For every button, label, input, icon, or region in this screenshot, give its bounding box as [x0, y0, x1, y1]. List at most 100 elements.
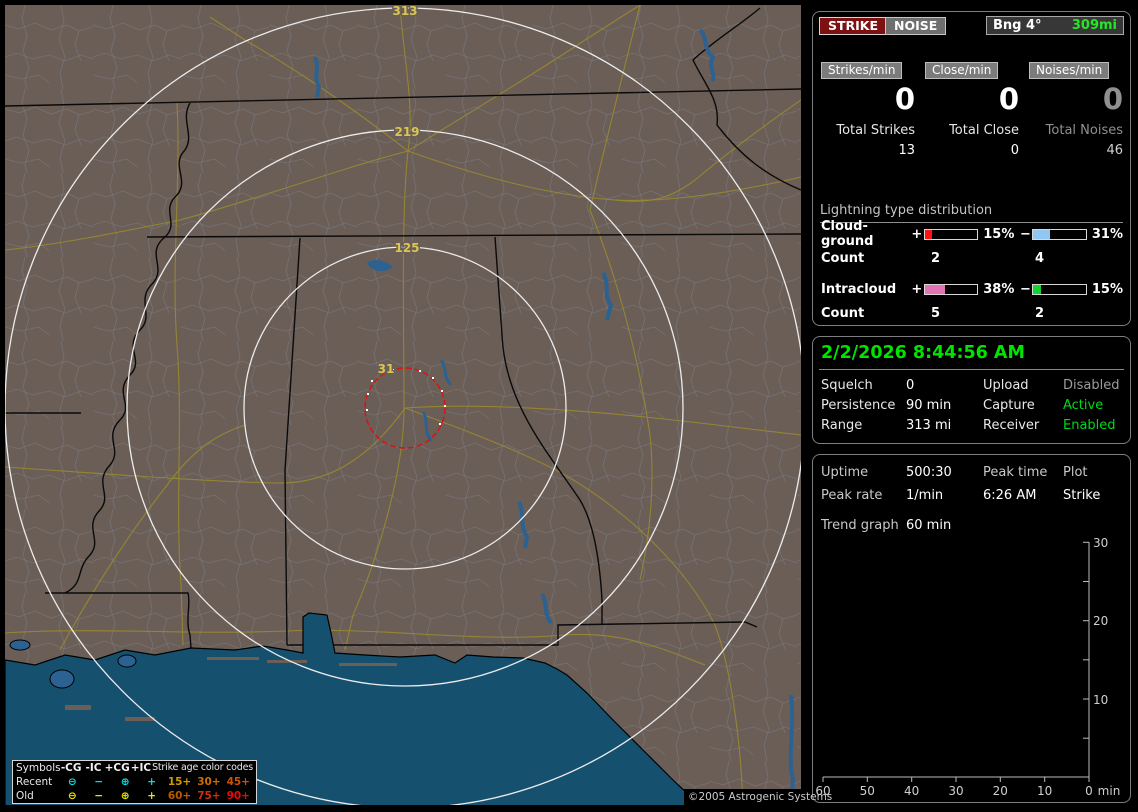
count-label: Count: [821, 251, 865, 266]
legend-header-row: Symbols -CG -IC +CG +IC Strike age color…: [16, 761, 253, 775]
trend-x-unit: min: [1098, 784, 1121, 798]
settings-row-1: Squelch 0 Upload Disabled: [821, 378, 1126, 393]
trend-y-ticks: 30 20 10: [1093, 536, 1108, 707]
legend-age-header: Strike age color codes: [152, 762, 253, 773]
cg-count-row: Count 2 4: [821, 251, 1123, 266]
cg-negative-bar: [1032, 228, 1087, 240]
age-60: 60+: [167, 790, 192, 802]
legend-old-row: Old ⊖ − ⊕ + 60+ 75+ 90+: [16, 789, 253, 803]
capture-status: Active: [1063, 398, 1104, 413]
noise-toggle-button[interactable]: NOISE: [885, 17, 947, 35]
svg-text:10: 10: [1093, 693, 1108, 707]
cloud-ground-row: Cloud-ground + 15% − 31%: [821, 219, 1123, 249]
old-pos-cg-icon: ⊕: [120, 790, 130, 802]
old-neg-ic-icon: −: [94, 790, 104, 802]
upload-label: Upload: [983, 378, 1029, 393]
legend-symbols-header: Symbols: [16, 762, 61, 774]
receiver-label: Receiver: [983, 418, 1040, 433]
legend-col-neg-ic: -IC: [85, 762, 102, 774]
divider: [819, 369, 1124, 370]
legend-recent-row: Recent ⊖ − ⊕ + 15+ 30+ 45+: [16, 775, 253, 789]
range-value: 313 mi: [906, 418, 952, 433]
upload-status: Disabled: [1063, 378, 1120, 393]
svg-text:10: 10: [1037, 784, 1052, 798]
squelch-value: 0: [906, 378, 915, 393]
strikes-column: Strikes/min 0 Total Strikes 13: [821, 62, 915, 158]
svg-text:20: 20: [993, 784, 1008, 798]
rate-counters: Strikes/min 0 Total Strikes 13 Close/min…: [821, 62, 1123, 158]
age-75: 75+: [197, 790, 221, 802]
age-45: 45+: [226, 776, 250, 788]
ic-positive-pct: 38%: [983, 281, 1015, 297]
settings-row-2: Persistence 90 min Capture Active: [821, 398, 1126, 413]
total-close-value: 0: [1010, 143, 1019, 158]
noises-per-min-label[interactable]: Noises/min: [1029, 62, 1110, 79]
close-per-min-label[interactable]: Close/min: [925, 62, 999, 79]
plus-sign: +: [911, 281, 923, 297]
legend-col-pos-ic: +IC: [130, 762, 152, 774]
cg-positive-bar: [923, 228, 979, 240]
range-value: 309mi: [1071, 18, 1117, 33]
receiver-status: Enabled: [1063, 418, 1116, 433]
legend-recent-label: Recent: [16, 776, 53, 788]
map-symbol-legend: Symbols -CG -IC +CG +IC Strike age color…: [12, 760, 257, 804]
noises-column: Noises/min 0 Total Noises 46: [1029, 62, 1123, 158]
count-label: Count: [821, 306, 865, 321]
settings-row-3: Range 313 mi Receiver Enabled: [821, 418, 1126, 433]
close-per-min-value: 0: [998, 82, 1019, 116]
persistence-value: 90 min: [906, 398, 952, 413]
svg-text:30: 30: [948, 784, 963, 798]
intracloud-label: Intracloud: [821, 281, 897, 297]
legend-col-neg-cg: -CG: [60, 762, 82, 774]
strikes-per-min-value: 0: [894, 82, 915, 116]
noises-per-min-value: 0: [1102, 82, 1123, 116]
bearing-range-display: Bng 4° 309mi: [986, 16, 1124, 35]
strikes-per-min-label[interactable]: Strikes/min: [821, 62, 903, 79]
cg-positive-count: 2: [931, 251, 941, 266]
age-30: 30+: [197, 776, 221, 788]
squelch-label: Squelch: [821, 378, 873, 393]
trend-axes: [822, 541, 1090, 782]
total-close-label: Total Close: [949, 123, 1019, 138]
app-window: 313 219 125 31 Symbols -CG -IC +CG +IC S…: [0, 0, 1138, 812]
ic-positive-count: 5: [931, 306, 941, 321]
copyright-notice: ©2005 Astrogenic Systems: [684, 789, 832, 805]
minus-sign: −: [1019, 281, 1031, 297]
legend-col-pos-cg: +CG: [104, 762, 130, 774]
trend-x-ticks: 60 50 40 30 20 10 0 min: [815, 784, 1120, 798]
svg-text:30: 30: [1093, 536, 1108, 550]
cg-negative-count: 4: [1035, 251, 1045, 266]
recent-neg-cg-icon: ⊖: [67, 776, 77, 788]
ring-label-125: 125: [394, 241, 419, 255]
svg-text:0: 0: [1085, 784, 1093, 798]
cloud-ground-label: Cloud-ground: [821, 219, 874, 249]
ring-label-313: 313: [392, 5, 417, 18]
age-90: 90+: [226, 790, 250, 802]
lightning-range-map[interactable]: 313 219 125 31: [5, 5, 801, 805]
strike-toggle-button[interactable]: STRIKE: [819, 17, 888, 35]
range-label: Range: [821, 418, 863, 433]
svg-text:40: 40: [904, 784, 919, 798]
ic-count-row: Count 5 2: [821, 306, 1123, 321]
age-15: 15+: [167, 776, 192, 788]
total-strikes-label: Total Strikes: [836, 123, 915, 138]
old-pos-ic-icon: +: [147, 790, 157, 802]
recent-pos-ic-icon: +: [147, 776, 157, 788]
ic-negative-pct: 15%: [1091, 281, 1123, 297]
minus-sign: −: [1019, 226, 1031, 242]
cg-positive-pct: 15%: [983, 226, 1015, 242]
ic-negative-count: 2: [1035, 306, 1045, 321]
svg-text:50: 50: [860, 784, 875, 798]
ic-positive-bar: [923, 283, 979, 295]
strike-stats-panel: STRIKE NOISE Bng 4° 309mi Strikes/min 0 …: [812, 11, 1131, 326]
status-trend-panel: Uptime 500:30 Peak time Plot Peak rate 1…: [812, 454, 1131, 803]
intracloud-row: Intracloud + 38% − 15%: [821, 281, 1123, 297]
svg-text:20: 20: [1093, 614, 1108, 628]
cg-negative-pct: 31%: [1091, 226, 1123, 242]
current-datetime: 2/2/2026 8:44:56 AM: [821, 343, 1025, 363]
persistence-label: Persistence: [821, 398, 896, 413]
recent-pos-cg-icon: ⊕: [120, 776, 130, 788]
recent-neg-ic-icon: −: [94, 776, 104, 788]
total-noises-label: Total Noises: [1045, 123, 1123, 138]
clock-settings-panel: 2/2/2026 8:44:56 AM Squelch 0 Upload Dis…: [812, 336, 1131, 444]
